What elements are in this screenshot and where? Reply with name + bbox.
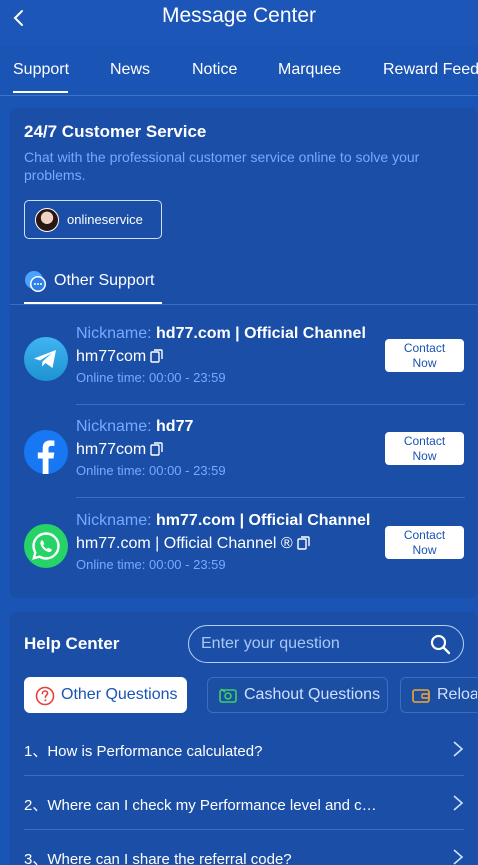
support-channel-row: Nickname: hd77.com | Official Channel hm… — [10, 313, 477, 405]
online-time: Online time: 00:00 - 23:59 — [76, 370, 226, 385]
online-time-label: Online time: — [76, 370, 146, 385]
copy-icon[interactable] — [150, 442, 163, 456]
page-title: Message Center — [161, 4, 317, 27]
account-id: hm77com — [76, 441, 163, 459]
chevron-right-icon — [453, 741, 464, 757]
online-time-value: 00:00 - 23:59 — [149, 557, 226, 572]
customer-service-title: 24/7 Customer Service — [24, 122, 207, 141]
search-icon[interactable] — [430, 634, 451, 655]
account-value: hm77.com | Official Channel ® — [76, 535, 293, 552]
nickname-value: hm77.com | Official Channel — [156, 512, 371, 529]
nickname-value: hd77 — [156, 418, 194, 435]
online-time: Online time: 00:00 - 23:59 — [76, 557, 226, 572]
contact-label-1: Contact — [403, 528, 446, 542]
contact-label-1: Contact — [403, 341, 446, 355]
faq-item[interactable]: 3、Where can I share the referral code? — [24, 830, 464, 865]
contact-label-2: Now — [412, 356, 437, 370]
tab-other-questions[interactable]: Other Questions — [24, 677, 187, 713]
online-time-label: Online time: — [76, 463, 146, 478]
contact-now-button[interactable]: Contact Now — [385, 526, 464, 559]
nickname-label: Nickname: — [76, 418, 152, 435]
online-service-label: onlineservice — [67, 212, 143, 227]
tab-reward-feedback[interactable]: Reward Feedback — [383, 61, 478, 79]
account-value: hm77com — [76, 441, 147, 458]
faq-question: 2、Where can I check my Performance level… — [24, 797, 384, 814]
online-time: Online time: 00:00 - 23:59 — [76, 463, 226, 478]
search-input[interactable] — [201, 633, 421, 655]
avatar — [35, 208, 59, 232]
copy-icon[interactable] — [150, 349, 163, 363]
tab-support[interactable]: Support — [13, 61, 69, 79]
account-id: hm77.com | Official Channel ® — [76, 535, 310, 553]
support-card: 24/7 Customer Service Chat with the prof… — [10, 108, 477, 598]
facebook-icon — [24, 430, 68, 474]
header: Message Center — [0, 0, 478, 46]
contact-now-button[interactable]: Contact Now — [385, 339, 464, 372]
customer-service-description: Chat with the professional customer serv… — [24, 149, 420, 183]
account-value: hm77com — [76, 348, 147, 365]
tab-reload-questions[interactable]: Reload Questions — [400, 677, 477, 713]
wallet-icon — [412, 689, 430, 703]
online-service-button[interactable]: onlineservice — [24, 200, 162, 239]
tab-cashout-questions[interactable]: Cashout Questions — [207, 677, 388, 713]
online-time-value: 00:00 - 23:59 — [149, 370, 226, 385]
whatsapp-icon — [24, 524, 68, 568]
contact-label-2: Now — [412, 543, 437, 557]
copy-icon[interactable] — [296, 536, 310, 550]
contact-now-button[interactable]: Contact Now — [385, 432, 464, 465]
nickname: Nickname: hd77 — [76, 418, 376, 436]
tab-news[interactable]: News — [110, 61, 150, 79]
faq-question: 3、Where can I share the referral code? — [24, 851, 292, 865]
category-label: Other Questions — [61, 686, 178, 703]
faq-item[interactable]: 1、How is Performance calculated? — [24, 722, 464, 776]
row-divider — [76, 497, 465, 498]
chat-bubble-icon — [25, 271, 46, 292]
faq-question: 1、How is Performance calculated? — [24, 743, 263, 760]
contact-label-2: Now — [412, 449, 437, 463]
support-channel-row: Nickname: hd77 hm77com Online time: 00:0… — [10, 406, 477, 498]
telegram-icon — [24, 337, 68, 381]
support-channel-row: Nickname: hm77.com | Official Channel hm… — [10, 500, 477, 590]
search-box — [188, 625, 464, 663]
category-label: Reload Questions — [437, 686, 477, 703]
chevron-right-icon — [453, 849, 464, 865]
help-center-title: Help Center — [24, 634, 120, 653]
nickname-value: hd77.com | Official Channel — [156, 325, 366, 342]
category-label: Cashout Questions — [244, 686, 381, 703]
active-tab-indicator — [13, 91, 68, 93]
contact-label-1: Contact — [403, 434, 446, 448]
tab-notice[interactable]: Notice — [192, 61, 237, 79]
nickname-label: Nickname: — [76, 512, 152, 529]
nickname: Nickname: hm77.com | Official Channel — [76, 512, 376, 530]
faq-item[interactable]: 2、Where can I check my Performance level… — [24, 776, 464, 830]
other-support-label: Other Support — [54, 272, 155, 289]
help-center-card: Help Center Other Questions Cashout Ques… — [10, 612, 477, 865]
chevron-right-icon — [453, 795, 464, 811]
question-mark-icon — [35, 686, 55, 706]
nickname: Nickname: hd77.com | Official Channel — [76, 325, 376, 343]
divider — [10, 304, 477, 305]
account-id: hm77com — [76, 348, 163, 366]
tab-bar: Support News Notice Marquee Reward Feedb… — [0, 46, 478, 96]
tab-other-support[interactable]: Other Support — [24, 270, 162, 304]
nickname-label: Nickname: — [76, 325, 152, 342]
cash-icon — [219, 688, 237, 703]
row-divider — [76, 404, 465, 405]
online-time-value: 00:00 - 23:59 — [149, 463, 226, 478]
question-category-tabs: Other Questions Cashout Questions Reload… — [24, 677, 477, 713]
tab-marquee[interactable]: Marquee — [278, 61, 341, 79]
online-time-label: Online time: — [76, 557, 146, 572]
